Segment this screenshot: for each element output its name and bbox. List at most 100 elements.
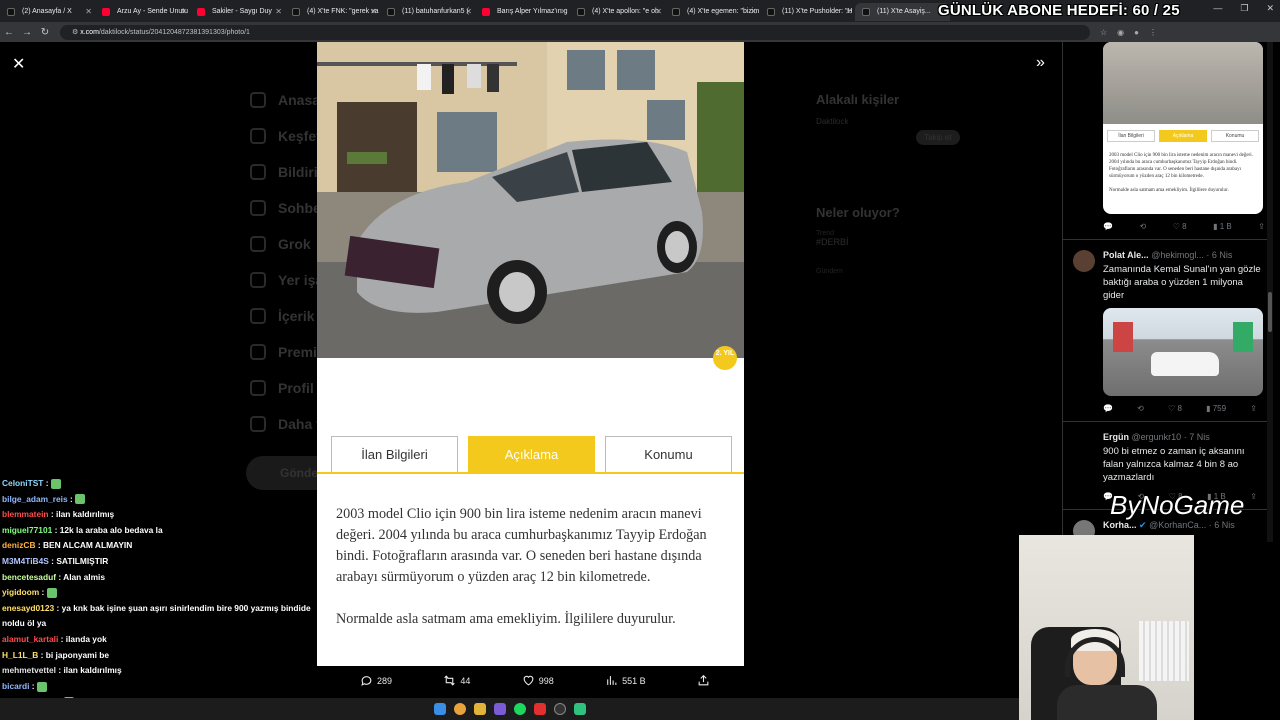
site-info-icon[interactable]: ⚙ [72,29,80,36]
chat-username[interactable]: H_L1L_B [2,650,38,660]
chat-username[interactable]: mehmetvettel [2,665,56,675]
maximize-icon[interactable]: ❐ [1240,3,1248,14]
address-bar-row: ← → ↻ ⚙ x.com/daktilock/status/204120487… [0,22,1280,42]
app-icon[interactable] [533,703,546,715]
reply-author[interactable]: Polat Ale... [1103,250,1149,260]
browser-tab[interactable]: (2) Anasayfa / X ✕ [0,3,95,21]
browser-tab[interactable]: (11) batuhanfurkan5 (✕ [380,3,475,21]
person-icon [250,380,266,396]
trend-item[interactable]: Gündem [816,268,1016,306]
chat-username[interactable]: bencetesaduf [2,572,56,582]
browser-tab[interactable]: Sakiler - Saygı Duy ✕ [190,3,285,21]
discord-icon[interactable] [493,703,506,715]
minimize-icon[interactable]: — [1213,3,1222,14]
reply-button[interactable]: 289 [360,674,392,687]
reply-handle: @hekimogl... [1151,250,1204,260]
youtube-icon [197,8,205,16]
scrollbar-thumb[interactable] [1268,292,1272,332]
spotify-icon[interactable] [513,703,526,715]
follow-button[interactable]: Takip et [916,130,960,145]
share-icon[interactable]: ⇪ [1250,404,1257,413]
reply-item[interactable]: Ergün @ergunkr10 · 7 Nis 900 bi etmez o … [1063,421,1273,501]
emote-icon [46,587,57,598]
browser-tab-active[interactable]: (11) X'te Asayiş...✕ [855,3,950,21]
profile-icon[interactable]: ● [1134,28,1139,37]
close-tab-icon[interactable]: ✕ [370,3,377,21]
chat-username[interactable]: blemmatein [2,509,49,519]
close-tab-icon[interactable]: ✕ [655,3,662,21]
reply-icon[interactable]: 💬 [1103,222,1113,231]
views-button[interactable]: ▮ 759 [1206,404,1226,413]
reply-count: 289 [377,675,393,686]
reply-author[interactable]: Korha... [1103,520,1137,530]
close-tab-icon[interactable]: ✕ [465,3,472,21]
reply-media-thumbnail[interactable] [1103,308,1263,396]
app-icon[interactable] [573,703,586,715]
start-icon[interactable] [433,703,446,715]
views-button[interactable]: ▮ 1 B [1213,222,1232,231]
browser-tab[interactable]: (11) X'te Pusholder: "H ✕ [760,3,855,21]
folder-icon[interactable] [473,703,486,715]
share-icon[interactable]: ⇪ [1258,222,1265,231]
chat-username[interactable]: yigidoom [2,587,39,597]
chat-username[interactable]: enesayd0123 [2,603,54,613]
reload-icon[interactable]: ↻ [36,27,54,38]
views-button[interactable]: 551 B [605,674,646,687]
close-tab-icon[interactable]: ✕ [85,3,92,21]
chat-username[interactable]: alamut_kartali [2,634,58,644]
chat-username[interactable]: denizCB [2,540,36,550]
chat-text: ilan kaldırılmış [63,665,122,676]
reply-icon[interactable]: 💬 [1103,404,1113,413]
close-tab-icon[interactable]: ✕ [845,3,852,21]
reply-item[interactable]: Polat Ale... @hekimogl... · 6 Nis Zamanı… [1063,239,1273,413]
share-icon[interactable]: ⇪ [1250,492,1257,501]
avatar[interactable] [1073,432,1095,454]
lightning-icon [250,308,266,324]
share-icon [698,674,709,686]
share-button[interactable] [697,674,710,687]
close-tab-icon[interactable]: ✕ [750,3,757,21]
obs-icon[interactable] [553,703,566,715]
browser-tab[interactable]: Barış Alper Yılmaz'ın g ✕ [475,3,570,21]
chat-text: Alan almis [63,571,106,582]
chat-username[interactable]: M3M4TiB4S [2,556,49,566]
repost-button[interactable]: 44 [443,674,470,687]
reply-media-thumbnail[interactable]: İlan Bilgileri Açıklama Konumu 2003 mode… [1103,42,1263,214]
bookmark-star-icon[interactable]: ☆ [1100,28,1107,37]
chat-text: BEN ALCAM ALMAYIN [42,540,133,551]
url-field[interactable]: ⚙ x.com/daktilock/status/204120487238139… [60,24,1090,40]
chat-username[interactable]: bicardi [2,681,29,691]
browser-tab[interactable]: (4) X'te FNK: "gerek va ✕ [285,3,380,21]
close-tab-icon[interactable]: ✕ [275,3,282,21]
reply-text: 900 bi etmez o zaman iç aksanını falan y… [1103,446,1245,483]
chat-username[interactable]: CeloniTST [2,478,43,488]
close-tab-icon[interactable]: ✕ [560,3,567,21]
chat-username[interactable]: bilge_adam_reis [2,494,68,504]
scrollbar[interactable] [1267,42,1273,542]
chat-username[interactable]: miguel77101 [2,525,52,535]
browser-tab[interactable]: (4) X'te egemen: "bizim ✕ [665,3,760,21]
background-right-sidebar: Alakalı kişiler Daktilock Takip et Neler… [816,92,1016,306]
extension-icon[interactable]: ◉ [1117,28,1124,37]
repost-icon[interactable]: ⟲ [1140,222,1147,231]
like-button[interactable]: ♡ 8 [1173,222,1187,231]
trend-item[interactable]: Trend #DERBİ [816,230,1016,268]
chevron-right-double-icon[interactable]: » [1036,54,1045,72]
browser-tab[interactable]: (4) X'te apollon: "e oh ✕ [570,3,665,21]
listing-photo[interactable]: 2. YIL İlan Bilgileri Açıklama Konumu 20… [317,42,744,666]
back-icon[interactable]: ← [0,27,18,38]
repost-icon[interactable]: ⟲ [1137,404,1144,413]
browser-tab[interactable]: Arzu Ay - Sende Unutu ✕ [95,3,190,21]
thumbnail-text: 2003 model Clio için 900 bin lira isteme… [1109,153,1253,193]
forward-icon[interactable]: → [18,27,36,38]
like-button[interactable]: 998 [522,674,554,687]
reply-author[interactable]: Ergün [1103,432,1129,442]
like-button[interactable]: ♡ 8 [1168,404,1182,413]
close-tab-icon[interactable]: ✕ [180,3,187,21]
close-window-icon[interactable]: ✕ [1266,3,1274,14]
bookmark-icon [250,272,266,288]
chrome-icon[interactable] [453,703,466,715]
close-icon[interactable]: ✕ [12,54,25,74]
menu-icon[interactable]: ⋮ [1149,28,1157,37]
avatar[interactable] [1073,250,1095,272]
